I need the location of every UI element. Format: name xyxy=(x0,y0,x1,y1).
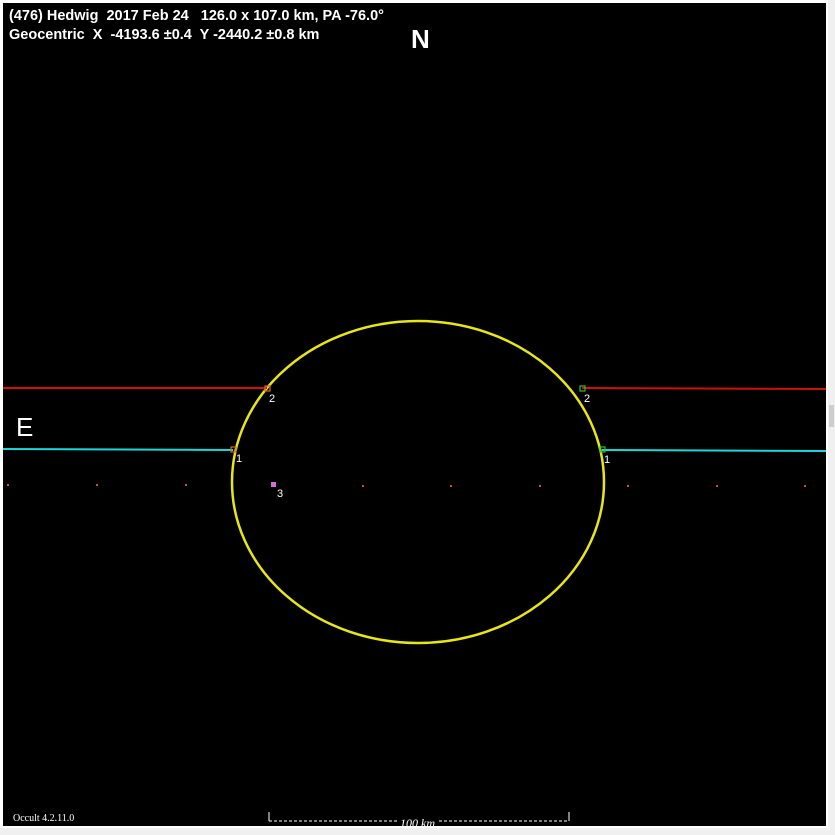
dotted-miss-chord xyxy=(7,484,806,487)
chord-red-reappear-label: 2 xyxy=(584,393,590,405)
software-version-label: Occult 4.2.11.0 xyxy=(13,813,75,824)
chord-cyan-right xyxy=(601,449,826,452)
chord-red-disappear-label: 2 xyxy=(269,393,275,405)
chord-cyan-reappear-label: 1 xyxy=(604,454,610,466)
single-point-marker xyxy=(271,482,276,487)
geocentric-coordinates: Geocentric X -4193.6 ±0.4 Y -2440.2 ±0.8… xyxy=(9,27,320,43)
plot-canvas: 2 2 1 1 3 xyxy=(3,319,826,822)
event-title: (476) Hedwig 2017 Feb 24 126.0 x 107.0 k… xyxy=(9,8,384,24)
vertical-scrollbar-thumb[interactable] xyxy=(829,405,834,427)
occultation-plot: 2 2 1 1 3 (476) Hedwig 2017 Feb 24 126.0… xyxy=(3,3,826,826)
asteroid-profile-ellipse xyxy=(230,319,606,645)
chord-cyan-left xyxy=(3,448,234,451)
east-direction-label: E xyxy=(16,412,34,442)
single-point-label: 3 xyxy=(277,488,283,500)
chord-red-right xyxy=(581,387,826,390)
north-direction-label: N xyxy=(411,24,430,54)
chord-cyan-disappear-label: 1 xyxy=(236,453,242,465)
horizontal-scrollbar[interactable] xyxy=(0,828,835,835)
scale-bar-label: 100 km xyxy=(398,816,437,826)
